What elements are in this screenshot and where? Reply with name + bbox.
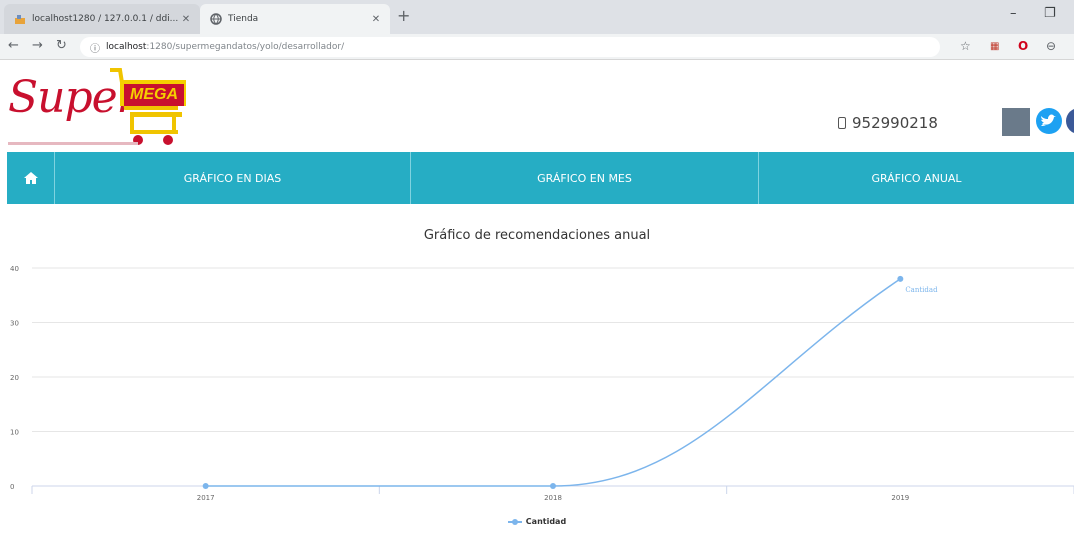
phone-icon (838, 117, 846, 129)
phone-number: 952990218 (852, 114, 938, 132)
info-icon: ⓘ (90, 43, 100, 55)
home-button[interactable] (7, 152, 55, 204)
social-square-icon[interactable] (1002, 108, 1030, 136)
url-path: :1280/supermegandatos/yolo/desarrollador… (146, 42, 345, 52)
data-label: Cantidad (905, 286, 938, 294)
chart-legend[interactable]: Cantidad (0, 517, 1074, 526)
y-tick-label: 30 (10, 320, 19, 328)
data-point (897, 275, 904, 282)
x-tick-label: 2017 (197, 494, 215, 502)
x-tick-label: 2019 (891, 494, 909, 502)
new-tab-icon[interactable]: + (397, 6, 410, 25)
browser-tab-bar: localhost1280 / 127.0.0.1 / ddi... ✕ Tie… (0, 0, 1074, 34)
facebook-icon[interactable] (1066, 108, 1074, 134)
account-icon[interactable]: ⊖ (1046, 39, 1056, 53)
extension-icon[interactable]: ▦ (990, 41, 999, 52)
restore-icon[interactable]: ❐ (1044, 6, 1056, 21)
legend-label: Cantidad (525, 517, 567, 526)
y-tick-label: 40 (10, 265, 19, 273)
browser-tab-active[interactable]: Tienda ✕ (200, 4, 390, 34)
chart-title: Gráfico de recomendaciones anual (423, 228, 651, 243)
logo-underline (8, 142, 138, 145)
browser-tab[interactable]: localhost1280 / 127.0.0.1 / ddi... ✕ (4, 4, 200, 34)
phone-contact: 952990218 (838, 114, 938, 132)
forward-icon[interactable]: → (32, 38, 43, 53)
close-tab-icon[interactable]: ✕ (368, 14, 384, 25)
y-tick-label: 20 (10, 374, 19, 382)
y-tick-label: 0 (10, 483, 14, 491)
back-icon[interactable]: ← (8, 38, 19, 53)
series-line (205, 278, 901, 487)
nav-grafico-anual[interactable]: GRÁFICO ANUAL (759, 152, 1074, 204)
minimize-icon[interactable]: – (1010, 6, 1017, 21)
reload-icon[interactable]: ↻ (56, 38, 67, 53)
y-tick-label: 10 (10, 429, 19, 437)
legend-marker (507, 518, 522, 525)
main-navbar: GRÁFICO EN DIAS GRÁFICO EN MES GRÁFICO A… (7, 152, 1074, 204)
url-host: localhost (106, 42, 147, 52)
data-point (550, 483, 556, 489)
star-icon[interactable]: ☆ (960, 39, 971, 53)
tab-title: localhost1280 / 127.0.0.1 / ddi... (32, 14, 178, 24)
home-icon (23, 172, 38, 184)
opera-icon[interactable]: O (1018, 39, 1028, 53)
close-tab-icon[interactable]: ✕ (178, 14, 194, 25)
cart-icon (110, 68, 186, 145)
globe-icon (210, 13, 222, 25)
logo-badge: MEGA (124, 84, 184, 106)
data-point (202, 483, 209, 489)
nav-grafico-mes[interactable]: GRÁFICO EN MES (411, 152, 759, 204)
twitter-icon[interactable] (1036, 108, 1062, 134)
line-chart: 0 10 20 30 40 2017 2018 2019 Cantidad (10, 265, 1074, 502)
url-input[interactable]: ⓘ localhost :1280/supermegandatos/yolo/d… (80, 37, 940, 57)
site-logo[interactable]: Super MEGA (8, 68, 193, 148)
address-bar-row: ← → ↻ ⓘ localhost :1280/supermegandatos/… (0, 34, 1074, 60)
nav-grafico-dias[interactable]: GRÁFICO EN DIAS (55, 152, 411, 204)
phpmyadmin-icon (14, 13, 26, 25)
x-tick-label: 2018 (544, 494, 562, 502)
tab-title: Tienda (228, 14, 259, 24)
